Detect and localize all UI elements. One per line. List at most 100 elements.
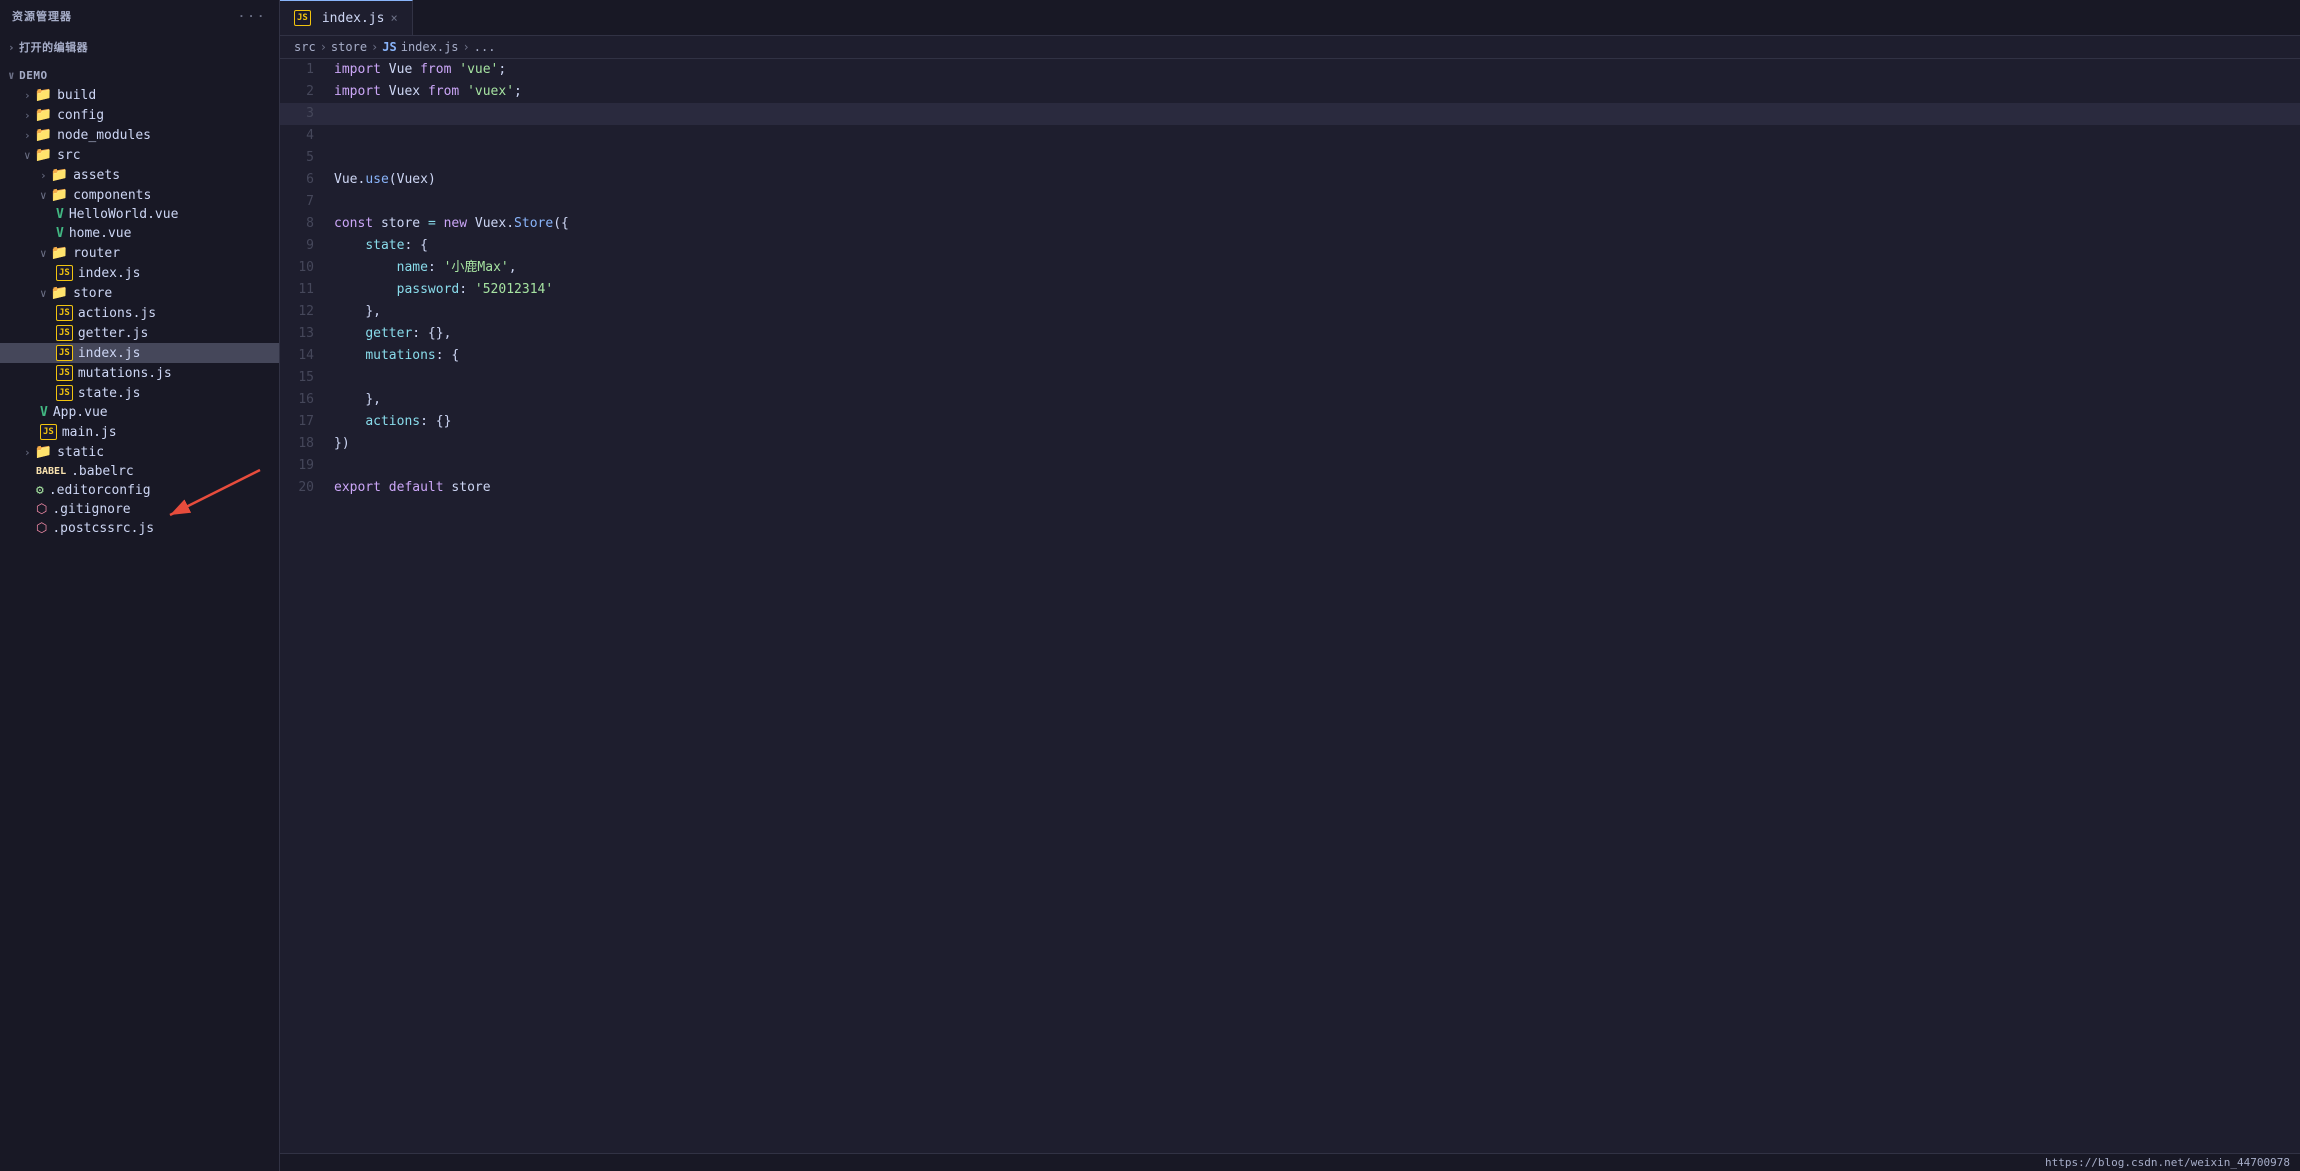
line-number-16: 16	[280, 389, 330, 411]
demo-chevron: ∨	[8, 69, 15, 82]
code-line-20: 20 export default store	[280, 477, 2300, 499]
breadcrumb-file[interactable]: index.js	[401, 40, 459, 54]
mutations-label: mutations.js	[78, 366, 172, 381]
line-number-2: 2	[280, 81, 330, 103]
line-number-20: 20	[280, 477, 330, 499]
state-label: state.js	[78, 386, 141, 401]
code-line-4: 4	[280, 125, 2300, 147]
assets-chevron: ›	[40, 169, 47, 182]
line-number-11: 11	[280, 279, 330, 301]
line-number-14: 14	[280, 345, 330, 367]
helloworld-label: HelloWorld.vue	[69, 207, 179, 222]
sidebar: 资源管理器 ··· › 打开的编辑器 ∨ DEMO › 📁 build › 📁	[0, 0, 280, 1171]
status-url: https://blog.csdn.net/weixin_44700978	[2045, 1156, 2290, 1169]
home-vue-icon: V	[56, 226, 64, 241]
breadcrumb-src[interactable]: src	[294, 40, 316, 54]
line-number-12: 12	[280, 301, 330, 323]
sidebar-item-assets[interactable]: › 📁 assets	[0, 165, 279, 185]
build-folder-icon: 📁	[35, 87, 52, 103]
sidebar-item-node-modules[interactable]: › 📁 node_modules	[0, 125, 279, 145]
open-editors-chevron: ›	[8, 41, 15, 54]
line-number-8: 8	[280, 213, 330, 235]
code-line-19: 19	[280, 455, 2300, 477]
config-label: config	[57, 108, 104, 123]
sidebar-item-helloworld[interactable]: V HelloWorld.vue	[0, 205, 279, 224]
breadcrumb-dots[interactable]: ...	[474, 40, 496, 54]
sidebar-item-router-index[interactable]: JS index.js	[0, 263, 279, 283]
open-editors-title[interactable]: › 打开的编辑器	[0, 36, 279, 58]
sidebar-item-actions[interactable]: JS actions.js	[0, 303, 279, 323]
app-vue-icon: V	[40, 405, 48, 420]
code-line-1: 1 import Vue from 'vue';	[280, 59, 2300, 81]
line-number-13: 13	[280, 323, 330, 345]
code-line-16: 16 },	[280, 389, 2300, 411]
components-label: components	[73, 188, 151, 203]
editorconfig-icon: ⚙	[36, 483, 44, 498]
line-number-3: 3	[280, 103, 330, 125]
line-number-7: 7	[280, 191, 330, 213]
code-line-11: 11 password: '52012314'	[280, 279, 2300, 301]
config-chevron: ›	[24, 109, 31, 122]
static-chevron: ›	[24, 446, 31, 459]
postcss-label: .postcssrc.js	[52, 521, 154, 536]
code-line-5: 5	[280, 147, 2300, 169]
postcss-icon: ⬡	[36, 521, 47, 536]
home-label: home.vue	[69, 226, 132, 241]
sidebar-item-mutations[interactable]: JS mutations.js	[0, 363, 279, 383]
sidebar-item-app-vue[interactable]: V App.vue	[0, 403, 279, 422]
sidebar-item-home[interactable]: V home.vue	[0, 224, 279, 243]
sidebar-item-store[interactable]: ∨ 📁 store	[0, 283, 279, 303]
node-modules-label: node_modules	[57, 128, 151, 143]
code-editor[interactable]: 1 import Vue from 'vue'; 2 import Vuex f…	[280, 59, 2300, 1153]
assets-folder-icon: 📁	[51, 167, 68, 183]
sidebar-item-getter[interactable]: JS getter.js	[0, 323, 279, 343]
tab-label: index.js	[322, 11, 385, 26]
tab-close-button[interactable]: ×	[390, 11, 397, 25]
node-modules-chevron: ›	[24, 129, 31, 142]
code-line-13: 13 getter: {},	[280, 323, 2300, 345]
mutations-js-icon: JS	[56, 365, 73, 381]
line-number-1: 1	[280, 59, 330, 81]
code-line-17: 17 actions: {}	[280, 411, 2300, 433]
line-content-8: const store = new Vuex.Store({	[330, 213, 2300, 235]
router-index-label: index.js	[78, 266, 141, 281]
line-content-6: Vue.use(Vuex)	[330, 169, 2300, 191]
gitignore-label: .gitignore	[52, 502, 130, 517]
sidebar-item-main[interactable]: JS main.js	[0, 422, 279, 442]
code-line-3: 3	[280, 103, 2300, 125]
sidebar-item-gitignore[interactable]: ⬡ .gitignore	[0, 500, 279, 519]
config-folder-icon: 📁	[35, 107, 52, 123]
sidebar-item-babelrc[interactable]: BABEL .babelrc	[0, 462, 279, 481]
demo-title[interactable]: ∨ DEMO	[0, 66, 279, 85]
line-number-19: 19	[280, 455, 330, 477]
static-folder-icon: 📁	[35, 444, 52, 460]
tab-index-js[interactable]: JS index.js ×	[280, 0, 413, 35]
sidebar-item-static[interactable]: › 📁 static	[0, 442, 279, 462]
sidebar-item-src[interactable]: ∨ 📁 src	[0, 145, 279, 165]
sidebar-dots[interactable]: ···	[238, 10, 267, 23]
sidebar-title: 资源管理器	[12, 8, 72, 24]
line-content-2: import Vuex from 'vuex';	[330, 81, 2300, 103]
tab-bar: JS index.js ×	[280, 0, 2300, 36]
sidebar-item-state[interactable]: JS state.js	[0, 383, 279, 403]
sidebar-item-build[interactable]: › 📁 build	[0, 85, 279, 105]
babelrc-icon: BABEL	[36, 466, 66, 477]
sidebar-item-components[interactable]: ∨ 📁 components	[0, 185, 279, 205]
line-content-14: mutations: {	[330, 345, 2300, 367]
sidebar-item-editorconfig[interactable]: ⚙ .editorconfig	[0, 481, 279, 500]
line-content-10: name: '小鹿Max',	[330, 257, 2300, 279]
code-line-14: 14 mutations: {	[280, 345, 2300, 367]
breadcrumb-sep2: ›	[371, 40, 378, 54]
editor-area: JS index.js × src › store › JS index.js …	[280, 0, 2300, 1171]
src-label: src	[57, 148, 80, 163]
breadcrumb-store[interactable]: store	[331, 40, 367, 54]
sidebar-item-store-index[interactable]: JS index.js	[0, 343, 279, 363]
sidebar-item-config[interactable]: › 📁 config	[0, 105, 279, 125]
line-content-17: actions: {}	[330, 411, 2300, 433]
getter-js-icon: JS	[56, 325, 73, 341]
sidebar-item-router[interactable]: ∨ 📁 router	[0, 243, 279, 263]
helloworld-vue-icon: V	[56, 207, 64, 222]
sidebar-item-postcss[interactable]: ⬡ .postcssrc.js	[0, 519, 279, 538]
code-line-2: 2 import Vuex from 'vuex';	[280, 81, 2300, 103]
tab-js-icon: JS	[294, 10, 311, 26]
